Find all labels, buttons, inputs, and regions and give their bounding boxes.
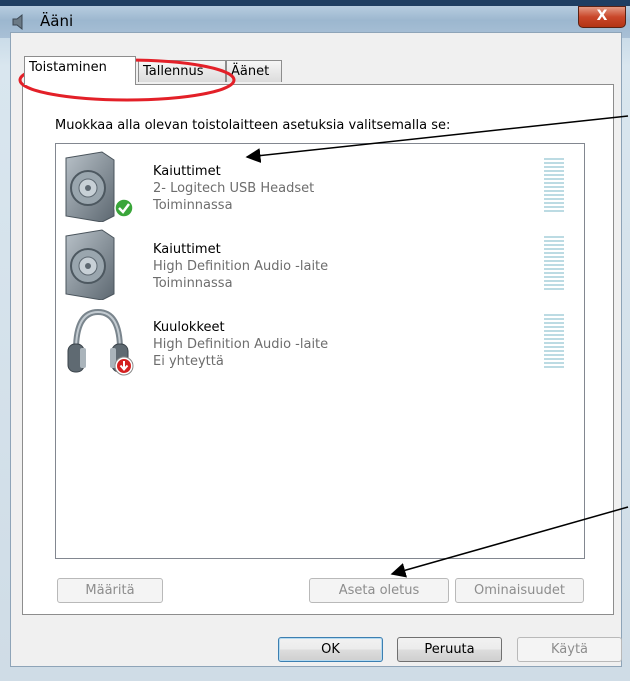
device-description: 2- Logitech USB Headset bbox=[153, 181, 315, 196]
tab-label: Äänet bbox=[231, 64, 270, 79]
default-check-icon bbox=[114, 198, 134, 218]
device-status: Toiminnassa bbox=[153, 276, 233, 291]
device-name: Kaiuttimet bbox=[153, 242, 221, 257]
instruction-text: Muokkaa alla olevan toistolaitteen asetu… bbox=[55, 118, 451, 133]
properties-button[interactable]: Ominaisuudet bbox=[455, 578, 584, 603]
device-status: Toiminnassa bbox=[153, 198, 233, 213]
apply-button[interactable]: Käytä bbox=[517, 637, 622, 662]
device-name: Kaiuttimet bbox=[153, 164, 221, 179]
speaker-icon bbox=[12, 13, 23, 31]
set-default-button[interactable]: Aseta oletus bbox=[309, 578, 449, 603]
device-name: Kuulokkeet bbox=[153, 320, 225, 335]
tab-toistaminen[interactable]: Toistaminen bbox=[24, 56, 136, 85]
ok-button[interactable]: OK bbox=[278, 637, 383, 662]
tab-label: Toistaminen bbox=[29, 60, 107, 75]
configure-button[interactable]: Määritä bbox=[57, 578, 163, 603]
device-description: High Definition Audio -laite bbox=[153, 259, 329, 274]
list-item[interactable]: Kuulokkeet High Definition Audio -laite … bbox=[56, 302, 584, 380]
volume-level-meter bbox=[544, 236, 564, 290]
tab-tallennus[interactable]: Tallennus bbox=[138, 60, 226, 82]
window-title: Ääni bbox=[40, 12, 74, 30]
tab-label: Tallennus bbox=[143, 64, 204, 79]
device-status: Ei yhteyttä bbox=[153, 354, 224, 369]
speaker-icon bbox=[65, 229, 115, 300]
close-button[interactable]: X bbox=[578, 6, 626, 28]
volume-level-meter bbox=[544, 314, 564, 368]
tab-aanet[interactable]: Äänet bbox=[226, 60, 282, 82]
device-description: High Definition Audio -laite bbox=[153, 337, 329, 352]
cancel-button[interactable]: Peruuta bbox=[397, 637, 502, 662]
playback-device-list[interactable]: Kaiuttimet 2- Logitech USB Headset Toimi… bbox=[55, 143, 585, 559]
volume-level-meter bbox=[544, 158, 564, 212]
list-item[interactable]: Kaiuttimet 2- Logitech USB Headset Toimi… bbox=[56, 146, 584, 224]
list-item[interactable]: Kaiuttimet High Definition Audio -laite … bbox=[56, 224, 584, 302]
unplugged-arrow-icon bbox=[114, 356, 134, 376]
